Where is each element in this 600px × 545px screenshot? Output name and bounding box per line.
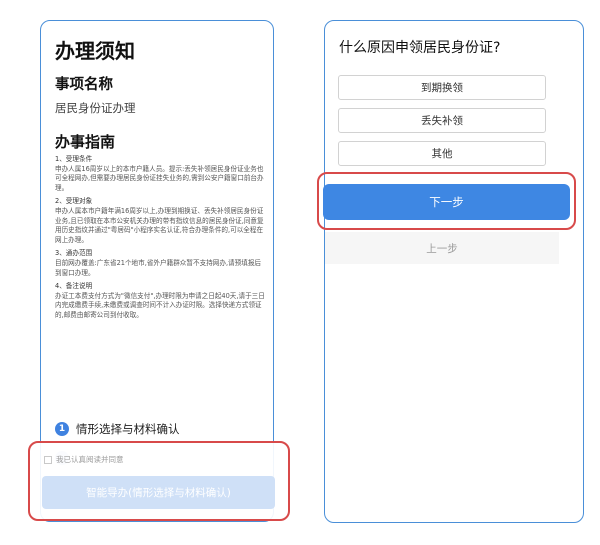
guide-body: 1、受理条件 申办人属16周岁以上的本市户籍人员。提示:丢失补领居民身份证业务也…	[55, 155, 265, 321]
agree-label: 我已认真阅读并同意	[56, 455, 124, 464]
guide-section-text: 办证工本费支付方式为"微信支付",办理时限为申请之日起40天,请于三日内完成缴费…	[55, 291, 265, 319]
guide-section-title: 2、受理对象	[55, 197, 93, 206]
item-name-value: 居民身份证办理	[55, 101, 136, 115]
option-other-button[interactable]: 其他	[338, 141, 546, 166]
smart-guide-button[interactable]: 智能导办(情形选择与材料确认)	[42, 476, 275, 509]
prev-step-button[interactable]: 上一步	[325, 232, 559, 264]
agree-checkbox[interactable]	[44, 455, 52, 464]
guide-section-title: 3、通办范围	[55, 249, 93, 258]
screen: 办理须知 事项名称 居民身份证办理 办事指南 1、受理条件 申办人属16周岁以上…	[0, 0, 600, 545]
guide-section-title: 1、受理条件	[55, 155, 93, 163]
agree-row[interactable]: 我已认真阅读并同意	[44, 454, 124, 465]
item-name-label: 事项名称	[55, 77, 113, 93]
next-step-highlight: 下一步	[317, 172, 576, 230]
step-indicator-1: 1 情形选择与材料确认	[55, 421, 180, 437]
option-lost-button[interactable]: 丢失补领	[338, 108, 546, 133]
option-renewal-button[interactable]: 到期换领	[338, 75, 546, 100]
guide-section-text: 申办人属本市户籍年满16周岁以上,办理到期换证、丢失补领居民身份证业务,且已领取…	[55, 206, 264, 244]
guide-heading: 办事指南	[55, 133, 116, 151]
guide-section-text: 目前网办覆盖:广东省21个地市,省外户籍群众暂不支持网办,请预填报后到窗口办理。	[55, 258, 262, 277]
notice-title: 办理须知	[55, 39, 135, 63]
agreement-highlight: 我已认真阅读并同意 智能导办(情形选择与材料确认)	[28, 441, 290, 521]
reason-panel: 什么原因申领居民身份证? 到期换领 丢失补领 其他 上一步	[324, 20, 584, 523]
reason-question: 什么原因申领居民身份证?	[339, 40, 501, 56]
guide-section-title: 4、备注说明	[55, 282, 93, 291]
step-label: 情形选择与材料确认	[76, 422, 180, 436]
next-step-button[interactable]: 下一步	[323, 184, 570, 220]
step-number-badge: 1	[55, 422, 69, 436]
guide-section-text: 申办人属16周岁以上的本市户籍人员。提示:丢失补领居民身份证业务也可全程网办,但…	[55, 164, 264, 192]
